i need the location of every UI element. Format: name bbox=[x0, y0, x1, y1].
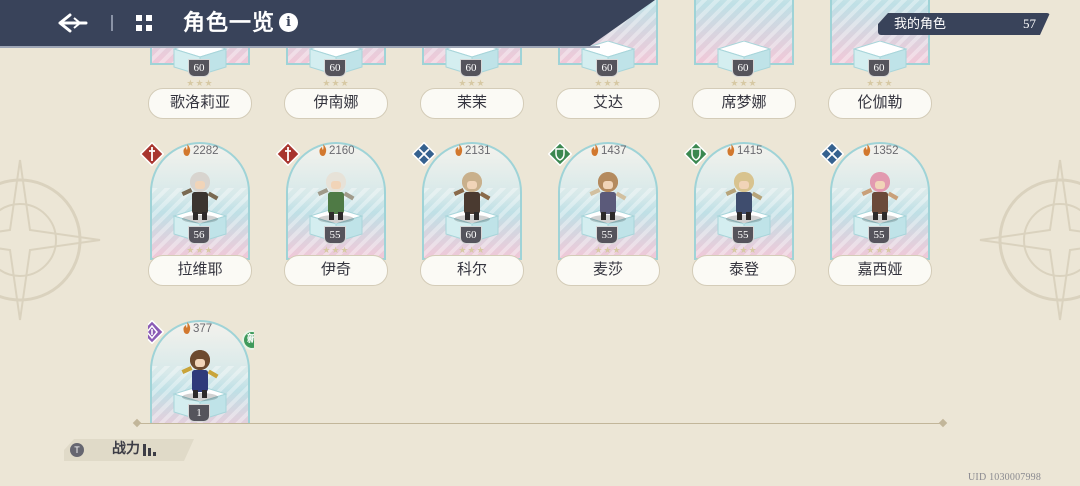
sort-label: 战力 bbox=[112, 442, 140, 457]
level-badge: 60 bbox=[460, 59, 482, 77]
header-trim bbox=[0, 46, 600, 48]
character-card[interactable]: 55 ★★★ 麦莎 1437 bbox=[548, 142, 662, 286]
magic-class-icon bbox=[148, 320, 164, 344]
uid-label: UID 1030007998 bbox=[968, 472, 1042, 483]
flame-icon bbox=[591, 144, 599, 156]
flame-icon bbox=[183, 322, 191, 334]
power-number: 1352 bbox=[873, 145, 899, 157]
star-rating: ★★★ bbox=[730, 78, 758, 88]
power-value: 2160 bbox=[318, 144, 355, 158]
flame-icon bbox=[183, 144, 191, 156]
sword-class-icon bbox=[276, 142, 300, 166]
character-card[interactable]: 60 ★★★ 科尔 2131 bbox=[412, 142, 526, 286]
flame-icon bbox=[863, 144, 871, 156]
right-ornament-decoration bbox=[979, 159, 1080, 321]
character-card[interactable]: 55 ★★★ 泰登 1415 bbox=[684, 142, 798, 286]
star-rating: ★★★ bbox=[186, 245, 214, 255]
character-name: 科尔 bbox=[420, 255, 524, 286]
flame-icon bbox=[319, 144, 327, 156]
back-arrow-icon bbox=[58, 13, 88, 33]
power-value: 377 bbox=[182, 322, 212, 336]
power-value: 2282 bbox=[182, 144, 219, 158]
star-rating: ★★★ bbox=[458, 245, 486, 255]
power-value: 1437 bbox=[590, 144, 627, 158]
info-icon[interactable]: i bbox=[279, 13, 298, 32]
character-card[interactable]: 55 ★★★ 嘉西娅 1352 bbox=[820, 142, 934, 286]
character-sprite bbox=[181, 172, 219, 223]
level-badge: 1 bbox=[188, 404, 210, 422]
level-badge: 60 bbox=[460, 226, 482, 244]
level-badge: 60 bbox=[868, 59, 890, 77]
power-value: 1352 bbox=[862, 144, 899, 158]
character-sprite bbox=[861, 172, 899, 223]
character-name: 拉维耶 bbox=[148, 255, 252, 286]
level-badge: 55 bbox=[732, 226, 754, 244]
star-rating: ★★★ bbox=[866, 78, 894, 88]
left-ornament-decoration bbox=[0, 159, 101, 321]
character-card[interactable]: 1 377 新 bbox=[148, 320, 254, 423]
power-number: 2160 bbox=[329, 145, 355, 157]
star-rating: ★★★ bbox=[594, 78, 622, 88]
character-count-value: 57 bbox=[1023, 16, 1036, 31]
level-badge: 56 bbox=[188, 226, 210, 244]
star-rating: ★★★ bbox=[322, 78, 350, 88]
flame-icon bbox=[727, 144, 735, 156]
character-count-box: 我的角色 57 bbox=[878, 13, 1050, 35]
character-name: 伊南娜 bbox=[284, 88, 388, 119]
level-badge: 60 bbox=[188, 59, 210, 77]
sort-bars-icon bbox=[143, 444, 156, 456]
star-rating: ★★★ bbox=[322, 245, 350, 255]
sort-key-hint: T bbox=[70, 443, 84, 457]
sword-class-icon bbox=[140, 142, 164, 166]
character-name: 艾达 bbox=[556, 88, 660, 119]
star-rating: ★★★ bbox=[594, 245, 622, 255]
character-name: 麦莎 bbox=[556, 255, 660, 286]
grid-icon bbox=[136, 15, 152, 31]
back-button[interactable] bbox=[56, 8, 90, 38]
star-rating: ★★★ bbox=[730, 245, 758, 255]
level-badge: 60 bbox=[732, 59, 754, 77]
crossed-blades-class-icon bbox=[412, 142, 436, 166]
character-sprite bbox=[589, 172, 627, 223]
power-number: 1437 bbox=[601, 145, 627, 157]
level-badge: 60 bbox=[596, 59, 618, 77]
level-badge: 55 bbox=[868, 226, 890, 244]
power-number: 1415 bbox=[737, 145, 763, 157]
character-name: 伊奇 bbox=[284, 255, 388, 286]
power-number: 377 bbox=[193, 323, 213, 335]
character-card[interactable]: 55 ★★★ 伊奇 2160 bbox=[276, 142, 390, 286]
level-badge: 60 bbox=[324, 59, 346, 77]
level-badge: 55 bbox=[596, 226, 618, 244]
power-value: 1415 bbox=[726, 144, 763, 158]
star-rating: ★★★ bbox=[458, 78, 486, 88]
list-bottom-divider bbox=[137, 423, 943, 424]
shield-class-icon bbox=[548, 142, 572, 166]
header-bar bbox=[0, 0, 655, 46]
crossed-blades-class-icon bbox=[820, 142, 844, 166]
power-number: 2131 bbox=[465, 145, 491, 157]
character-name: 泰登 bbox=[692, 255, 796, 286]
character-sprite bbox=[453, 172, 491, 223]
power-value: 2131 bbox=[454, 144, 491, 158]
character-sprite bbox=[181, 350, 219, 401]
character-name: 伦伽勒 bbox=[828, 88, 932, 119]
character-sprite bbox=[317, 172, 355, 223]
character-name: 歌洛莉亚 bbox=[148, 88, 252, 119]
star-rating: ★★★ bbox=[866, 245, 894, 255]
level-badge: 55 bbox=[324, 226, 346, 244]
character-card[interactable]: 60 ★★★ 席梦娜 bbox=[692, 0, 798, 119]
grid-view-button[interactable] bbox=[133, 12, 155, 34]
flame-icon bbox=[455, 144, 463, 156]
header-separator bbox=[111, 15, 113, 31]
character-name: 席梦娜 bbox=[692, 88, 796, 119]
shield-class-icon bbox=[684, 142, 708, 166]
character-name: 嘉西娅 bbox=[828, 255, 932, 286]
star-rating: ★★★ bbox=[186, 78, 214, 88]
power-number: 2282 bbox=[193, 145, 219, 157]
page-title: 角色一览 bbox=[183, 10, 276, 35]
character-card[interactable]: 56 ★★★ 拉维耶 2282 bbox=[140, 142, 254, 286]
character-count-label: 我的角色 bbox=[894, 16, 947, 31]
character-name: 茉茉 bbox=[420, 88, 524, 119]
character-sprite bbox=[725, 172, 763, 223]
